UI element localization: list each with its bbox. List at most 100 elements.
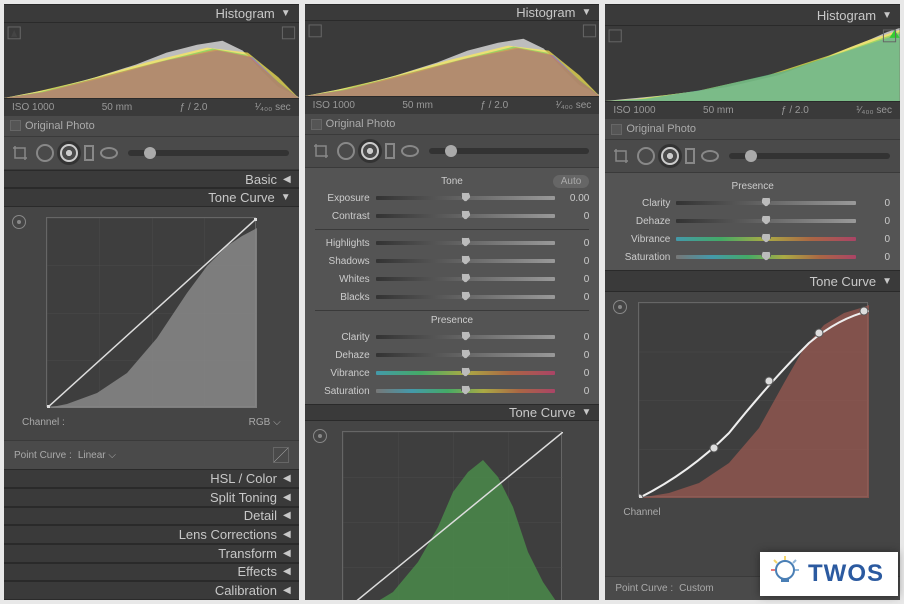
chevron-down-icon: ▼ [281,192,291,203]
chevron-down-icon: ▼ [882,10,892,21]
basic-label: Basic [245,172,277,187]
point-curve-select[interactable]: Custom [679,583,713,594]
presence-section-right: Presence Clarity0 Dehaze0 Vibrance0 Satu… [605,173,900,270]
brush-size-slider[interactable] [729,153,890,159]
section-detail[interactable]: Detail◀ [4,507,299,526]
histogram-header[interactable]: Histogram ▼ [4,4,299,23]
chevron-left-icon: ◀ [283,529,291,540]
clarity-slider[interactable]: Clarity0 [315,328,590,346]
brush-size-slider[interactable] [429,148,590,154]
histogram-chart-right[interactable] [605,26,900,102]
crop-icon[interactable] [611,146,631,166]
saturation-slider[interactable]: Saturation0 [615,248,890,266]
point-curve-label: Point Curve : [14,450,72,461]
tone-curve-header-mid[interactable]: Tone Curve ▼ [305,404,600,421]
blacks-slider[interactable]: Blacks0 [315,288,590,306]
tone-curve-graph[interactable] [46,217,256,407]
shadows-slider[interactable]: Shadows0 [315,252,590,270]
focal-value: 50 mm [102,102,133,113]
original-photo-row[interactable]: Original Photo [4,116,299,137]
tool-strip [4,137,299,170]
crop-icon[interactable] [10,143,30,163]
tone-section: Tone Auto Exposure0.00 Contrast0 Highlig… [305,168,600,404]
tone-curve-header[interactable]: Tone Curve ▼ [4,188,299,207]
section-transform[interactable]: Transform◀ [4,544,299,563]
watermark-badge: TWOS [760,552,898,596]
original-label: Original Photo [25,120,95,132]
original-row-mid[interactable]: Original Photo [305,114,600,135]
section-split[interactable]: Split Toning◀ [4,488,299,507]
middle-panel: Histogram ▼ ISO 1000 50 mm ƒ / 2.0 ¹∕₄₀₀… [305,4,600,600]
spot-tool-icon[interactable] [637,147,655,165]
tone-curve-graph-red[interactable] [638,302,868,497]
tone-curve-graph-green[interactable] [342,431,562,600]
chevron-down-icon: ▼ [581,7,591,18]
radial-tool-icon[interactable] [701,150,719,162]
target-adjust-icon[interactable] [12,215,26,229]
histogram-header-mid[interactable]: Histogram ▼ [305,4,600,21]
channel-select[interactable]: RGB ⌵ [249,417,281,428]
presence-title: Presence [431,315,473,326]
chevron-left-icon: ◀ [283,548,291,559]
histogram-chart-mid[interactable] [305,21,600,97]
section-calibration[interactable]: Calibration◀ [4,581,299,600]
auto-button[interactable]: Auto [553,175,590,188]
app-container: Histogram ▼ ISO 1000 50 mm ƒ / 2.0 ¹∕₄₀₀… [0,0,904,604]
tone-curve-panel-mid [305,421,600,600]
lightbulb-icon [766,554,804,592]
chevron-down-icon: ▼ [882,276,892,287]
target-adjust-icon[interactable] [613,300,627,314]
exposure-slider[interactable]: Exposure0.00 [315,189,590,207]
dehaze-slider[interactable]: Dehaze0 [315,346,590,364]
pencil-icon[interactable] [273,447,289,463]
chevron-left-icon: ◀ [283,174,291,185]
original-row-right[interactable]: Original Photo [605,119,900,140]
highlights-slider[interactable]: Highlights0 [315,234,590,252]
vibrance-slider[interactable]: Vibrance0 [315,364,590,382]
spot-tool-icon[interactable] [337,142,355,160]
brush-size-slider[interactable] [128,150,289,156]
tone-curve-header-right[interactable]: Tone Curve ▼ [605,270,900,292]
chevron-left-icon: ◀ [283,473,291,484]
collapse-icon: ▼ [281,8,291,19]
dehaze-slider[interactable]: Dehaze0 [615,212,890,230]
vibrance-slider[interactable]: Vibrance0 [615,230,890,248]
channel-label: Channel : [22,417,65,428]
clarity-slider[interactable]: Clarity0 [615,194,890,212]
grad-tool-icon[interactable] [385,143,395,159]
redeye-tool-icon[interactable] [361,142,379,160]
exif-row-mid: ISO 1000 50 mm ƒ / 2.0 ¹∕₄₀₀ sec [305,97,600,114]
histogram-header-right[interactable]: Histogram ▼ [605,4,900,26]
crop-icon[interactable] [311,141,331,161]
shutter-value: ¹∕₄₀₀ sec [255,102,291,113]
grad-tool-icon[interactable] [685,148,695,164]
tone-curve-panel: Channel : RGB ⌵ [4,207,299,440]
redeye-tool-icon[interactable] [60,144,78,162]
chevron-left-icon: ◀ [283,510,291,521]
section-effects[interactable]: Effects◀ [4,563,299,582]
checkbox-icon[interactable] [611,124,622,135]
aperture-value: ƒ / 2.0 [180,102,208,113]
section-hsl[interactable]: HSL / Color◀ [4,469,299,488]
histogram-chart[interactable] [4,23,299,99]
point-curve-row: Point Curve : Linear ⌵ [4,440,299,469]
channel-row-right: Channel [611,501,894,524]
checkbox-icon[interactable] [10,120,21,131]
point-curve-select[interactable]: Linear ⌵ [78,450,116,461]
saturation-slider[interactable]: Saturation0 [315,382,590,400]
whites-slider[interactable]: Whites0 [315,270,590,288]
spot-tool-icon[interactable] [36,144,54,162]
radial-tool-icon[interactable] [401,145,419,157]
right-panel: Histogram ▼ ISO 1000 50 mm ƒ / 2.0 ¹∕₄₀₀… [605,4,900,600]
checkbox-icon[interactable] [311,119,322,130]
grad-tool-icon[interactable] [84,145,94,161]
contrast-slider[interactable]: Contrast0 [315,207,590,225]
target-adjust-icon[interactable] [313,429,327,443]
channel-row: Channel : RGB ⌵ [10,411,293,434]
left-panel: Histogram ▼ ISO 1000 50 mm ƒ / 2.0 ¹∕₄₀₀… [4,4,299,600]
basic-header[interactable]: Basic ◀ [4,170,299,189]
radial-tool-icon[interactable] [100,147,118,159]
redeye-tool-icon[interactable] [661,147,679,165]
tool-strip-right [605,140,900,173]
section-lens[interactable]: Lens Corrections◀ [4,525,299,544]
